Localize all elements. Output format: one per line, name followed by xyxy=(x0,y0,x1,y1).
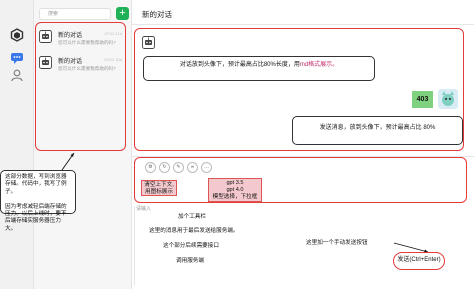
toolbar-edit-icon[interactable]: ✎ xyxy=(173,162,184,173)
callout-arrow xyxy=(61,152,75,171)
toolbar-annotation-box xyxy=(134,157,467,203)
clear-context-note: 清空上下文, 用图标展示 xyxy=(141,180,177,196)
toolbar-more-icon[interactable]: … xyxy=(201,162,212,173)
md-highlight-text: md格式展示。 xyxy=(299,62,339,68)
model-option-a[interactable]: gpt 3.5 xyxy=(209,180,261,187)
header-divider xyxy=(132,24,474,25)
api-later-note: 这个部分后续需要接口 xyxy=(163,243,219,249)
toolbar-refresh-icon[interactable]: ↻ xyxy=(159,162,170,173)
reply-badge: 403 xyxy=(412,91,433,108)
bot-message-text: 对话放到头像下，预计最高占比80%长度，用 xyxy=(179,62,300,68)
chat-title: 新的对话 xyxy=(142,10,172,19)
toolbar-settings-icon[interactable]: ⚙ xyxy=(145,162,156,173)
toolbar-link-icon[interactable]: ∞ xyxy=(187,162,198,173)
robot-avatar-icon xyxy=(142,36,155,51)
model-select-note[interactable]: gpt 3.5 gpt 4.0 模型选择，下拉框 xyxy=(208,178,262,202)
bot-message-note: 对话放到头像下，预计最高占比80%长度，用md格式展示。 xyxy=(143,56,375,81)
add-toolbar-note: 加个工具栏 xyxy=(178,214,206,220)
send-server-note: 这里的消息用于最后发送给服务端。 xyxy=(149,228,239,234)
call-service-note: 调用服务端 xyxy=(176,258,204,264)
send-button[interactable]: 发送(Ctrl+Enter) xyxy=(393,252,445,270)
nav-rail xyxy=(0,0,34,289)
list-annotation-box xyxy=(35,22,126,151)
user-message-note: 发送消息，放到头像下，预计最高占比 80% xyxy=(292,116,463,145)
app-logo-icon[interactable] xyxy=(10,28,24,42)
new-chat-button[interactable]: + xyxy=(116,7,129,20)
search-input[interactable]: 搜索 xyxy=(39,8,111,20)
chat-bubble-icon[interactable] xyxy=(10,51,24,65)
model-option-b[interactable]: gpt 4.0 xyxy=(209,187,261,194)
model-select-label: 模型选择，下拉框 xyxy=(212,194,258,200)
storage-callout: 这部分数据，写到浏览器存储。代码中，我写了例子。 因为考虑减轻后端存储的压力。以… xyxy=(0,170,76,232)
user-icon[interactable] xyxy=(10,68,24,82)
user-avatar-icon xyxy=(438,89,458,111)
send-hint-note: 这里加一个手动发送按钮 xyxy=(306,240,368,246)
input-left-border xyxy=(134,206,135,286)
message-input[interactable]: 请输入 xyxy=(136,205,151,212)
